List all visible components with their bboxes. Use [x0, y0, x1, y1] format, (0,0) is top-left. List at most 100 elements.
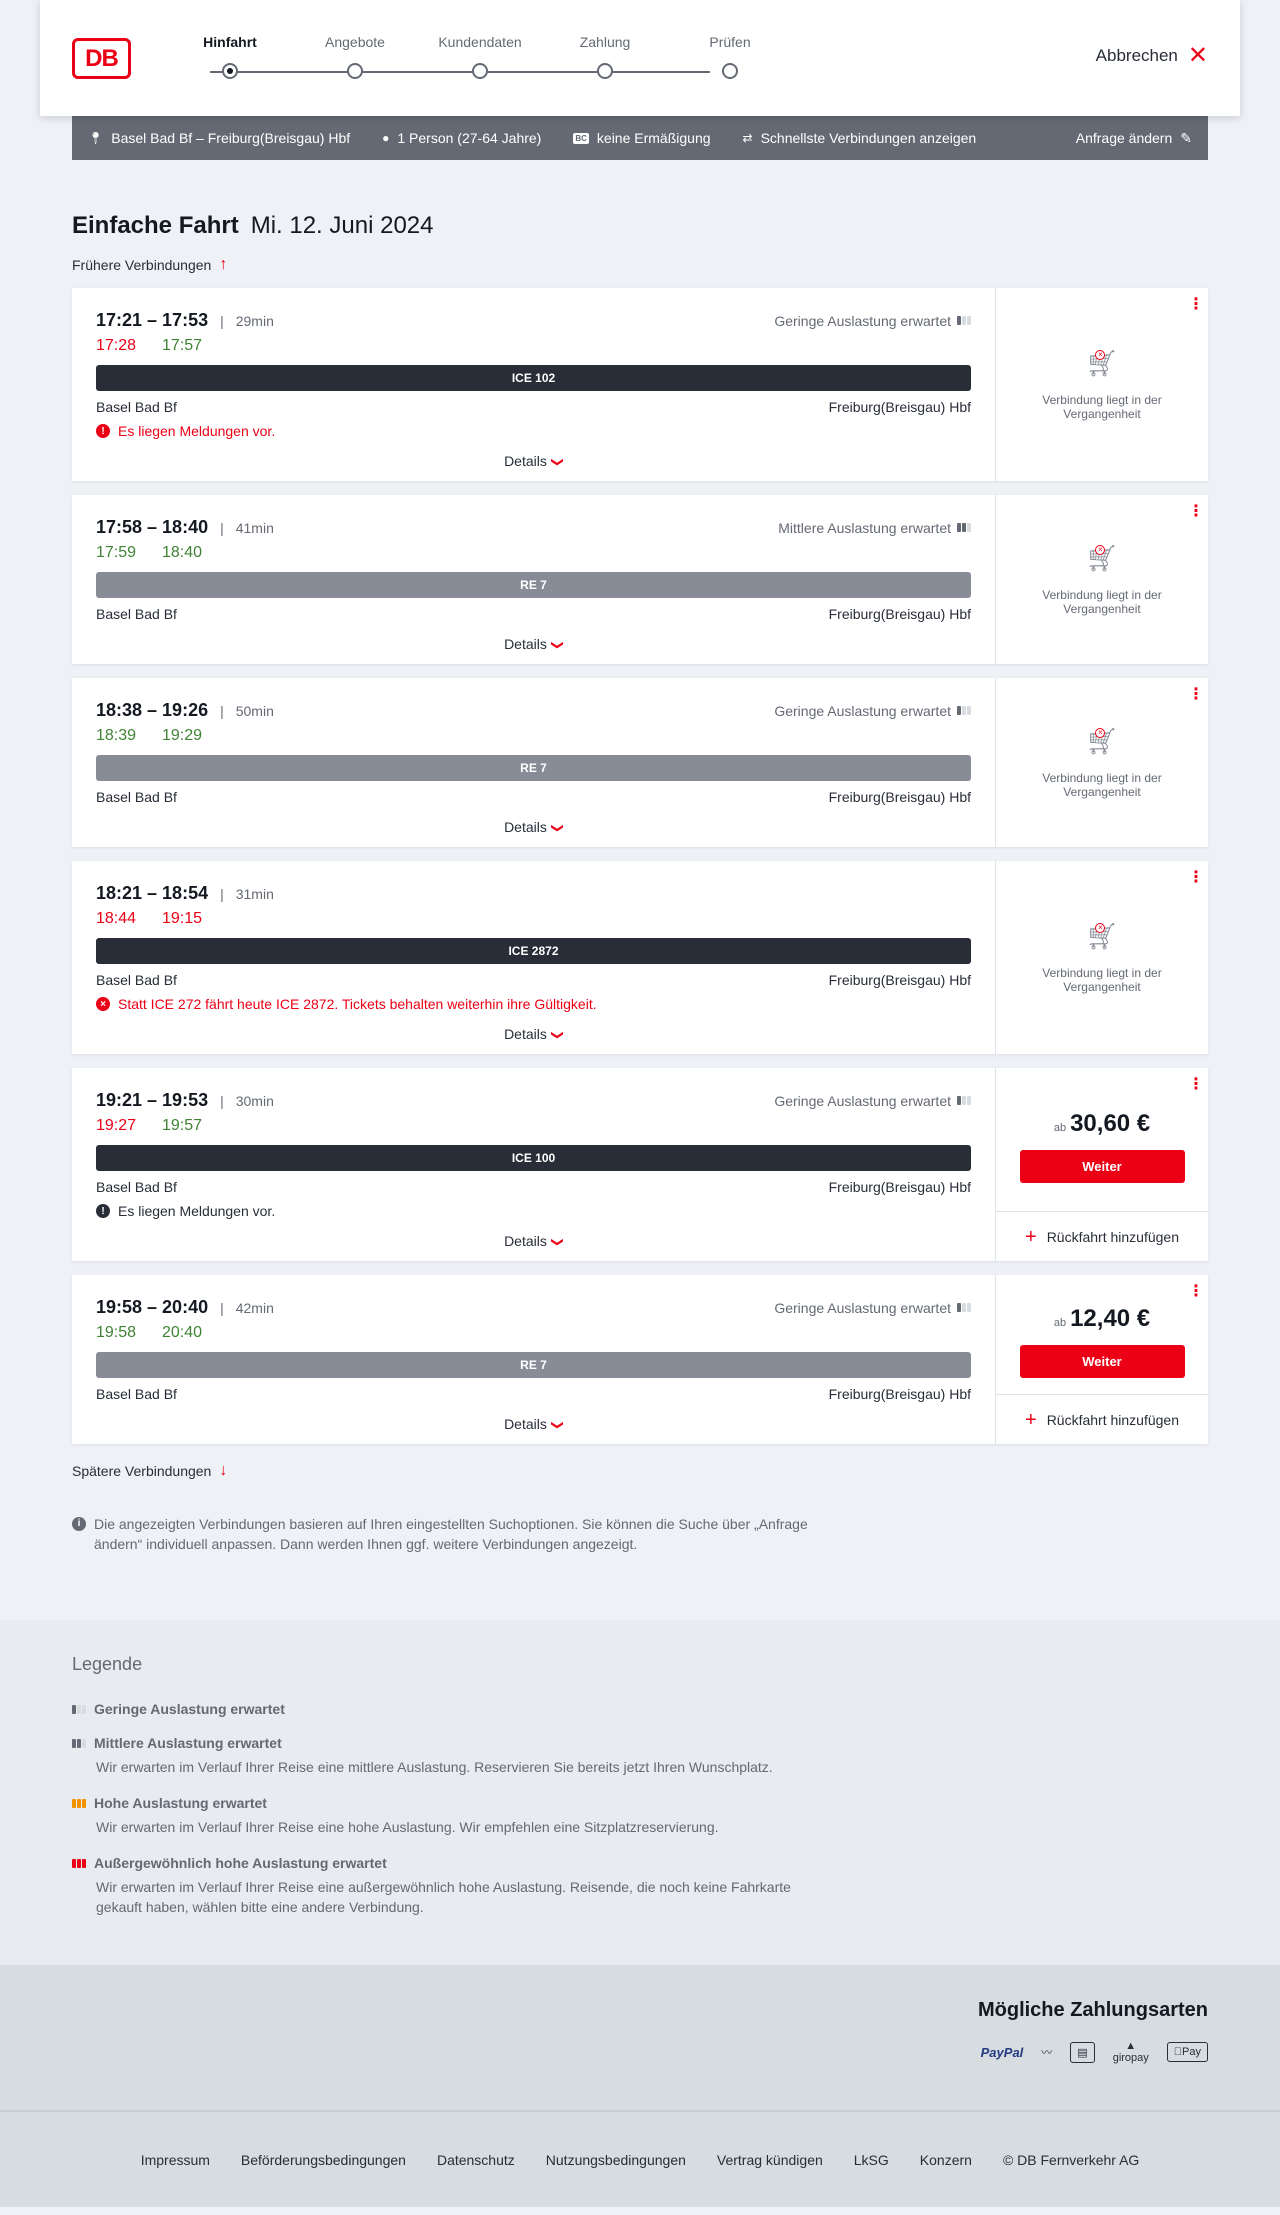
train-bar[interactable]: ICE 100	[96, 1145, 971, 1171]
time-row: 17:21 – 17:53 | 29min Geringe Auslastung…	[96, 310, 971, 331]
legend-item: Mittlere Auslastung erwartet Wir erwarte…	[72, 1735, 1208, 1777]
route-text: Basel Bad Bf – Freiburg(Breisgau) Hbf	[111, 130, 351, 146]
details-label: Details	[504, 636, 547, 652]
legend-item-desc: Wir erwarten im Verlauf Ihrer Reise eine…	[96, 1819, 719, 1835]
legend-item-label: Geringe Auslastung erwartet	[94, 1701, 285, 1717]
footer-link[interactable]: Vertrag kündigen	[717, 2152, 823, 2168]
train-bar[interactable]: RE 7	[96, 572, 971, 598]
later-connections-link[interactable]: Spätere Verbindungen ↓	[72, 1462, 1208, 1480]
chevron-down-icon: ❯	[550, 822, 565, 834]
details-toggle[interactable]: Details ❯	[96, 1026, 971, 1042]
more-options-icon[interactable]: ⋮	[1188, 687, 1204, 703]
occupancy-indicator: Geringe Auslastung erwartet	[774, 313, 971, 329]
duration: 41min	[235, 519, 274, 536]
continue-button[interactable]: Weiter	[1019, 1345, 1185, 1378]
footer-link[interactable]: Nutzungsbedingungen	[546, 2152, 686, 2168]
plus-icon: +	[1025, 1408, 1037, 1431]
step-label: Angebote	[325, 34, 385, 50]
legend-section: Legende Geringe Auslastung erwartet Mitt…	[0, 1620, 1280, 1965]
connection-info: 17:58 – 18:40 | 41min Mittlere Auslastun…	[72, 495, 995, 664]
persons-summary: ● 1 Person (27-64 Jahre)	[382, 130, 541, 146]
offer-panel: ⋮ 🛒︎ × Verbindung liegt in der Vergangenh…	[995, 678, 1208, 847]
apple-pay-label: Pay	[1182, 2046, 1201, 2058]
separator: |	[220, 702, 224, 719]
price-value: 30,60 €	[1070, 1110, 1151, 1137]
departure-station: Basel Bad Bf	[96, 399, 177, 415]
cancel-button[interactable]: Abbrechen ✕	[1096, 42, 1208, 69]
progress-steps: Hinfahrt Angebote Kundendaten Zahlung Pr…	[180, 34, 751, 84]
offer-panel: ⋮ 🛒︎ × Verbindung liegt in der Vergangenh…	[995, 495, 1208, 664]
more-options-icon[interactable]: ⋮	[1188, 870, 1204, 886]
realtime-row: 18:39 19:29	[96, 727, 971, 745]
details-toggle[interactable]: Details ❯	[96, 453, 971, 469]
details-toggle[interactable]: Details ❯	[96, 1233, 971, 1249]
add-return-button[interactable]: + Rückfahrt hinzufügen	[996, 1211, 1208, 1261]
occupancy-icon	[957, 1303, 971, 1312]
occupancy-low-icon	[72, 1704, 86, 1714]
earlier-connections-link[interactable]: Frühere Verbindungen ↑	[72, 256, 1208, 274]
details-toggle[interactable]: Details ❯	[96, 1416, 971, 1432]
pencil-icon: ✎	[1180, 129, 1192, 146]
continue-button[interactable]: Weiter	[1019, 1150, 1185, 1183]
paypal-icon: PayPal	[980, 2044, 1024, 2060]
connection-info: 19:21 – 19:53 | 30min Geringe Auslastung…	[72, 1068, 995, 1261]
occupancy-indicator: Geringe Auslastung erwartet	[774, 1300, 971, 1316]
more-options-icon[interactable]: ⋮	[1188, 1077, 1204, 1093]
train-bar[interactable]: RE 7	[96, 755, 971, 781]
apple-pay-icon: Pay	[1166, 2042, 1208, 2062]
legend-item: Hohe Auslastung erwartet Wir erwarten im…	[72, 1795, 1208, 1837]
occupancy-indicator: Geringe Auslastung erwartet	[774, 1093, 971, 1109]
connection-card: 18:38 – 19:26 | 50min Geringe Auslastung…	[72, 678, 1208, 847]
footer-link[interactable]: LkSG	[854, 2152, 889, 2168]
realtime-row: 18:44 19:15	[96, 910, 971, 928]
message-text: Es liegen Meldungen vor.	[118, 1203, 276, 1219]
footer-link[interactable]: Impressum	[141, 2152, 210, 2168]
change-request-button[interactable]: Anfrage ändern ✎	[1076, 130, 1192, 147]
past-connection-notice: 🛒︎ × Verbindung liegt in der Vergangenhei…	[996, 861, 1208, 1054]
station-row: Basel Bad Bf Freiburg(Breisgau) Hbf	[96, 606, 971, 622]
step-label: Kundendaten	[438, 34, 522, 50]
station-row: Basel Bad Bf Freiburg(Breisgau) Hbf	[96, 399, 971, 415]
details-toggle[interactable]: Details ❯	[96, 819, 971, 835]
realtime-departure: 17:59	[96, 544, 137, 561]
connection-info: 18:38 – 19:26 | 50min Geringe Auslastung…	[72, 678, 995, 847]
close-icon: ✕	[1187, 42, 1208, 69]
chevron-down-icon: ❯	[550, 456, 565, 468]
time-row: 18:21 – 18:54 | 31min	[96, 883, 971, 904]
footer-link[interactable]: Datenschutz	[437, 2152, 515, 2168]
past-connection-notice: 🛒︎ × Verbindung liegt in der Vergangenhei…	[996, 495, 1208, 664]
occupancy-label: Mittlere Auslastung erwartet	[778, 519, 951, 536]
duration: 31min	[235, 885, 274, 902]
add-return-button[interactable]: + Rückfahrt hinzufügen	[996, 1394, 1208, 1444]
discount-text: keine Ermäßigung	[596, 130, 711, 146]
station-row: Basel Bad Bf Freiburg(Breisgau) Hbf	[96, 972, 971, 988]
realtime-departure: 18:44	[96, 910, 137, 927]
chevron-down-icon: ❯	[550, 1236, 565, 1248]
more-options-icon[interactable]: ⋮	[1188, 504, 1204, 520]
past-text: Verbindung liegt in der Vergangenheit	[1042, 393, 1162, 421]
step-kundendaten: Kundendaten	[430, 34, 530, 79]
realtime-departure: 17:28	[96, 337, 137, 354]
separator: |	[220, 1299, 224, 1316]
db-logo[interactable]: DB	[72, 38, 131, 79]
fastest-toggle[interactable]: ⇄ Schnellste Verbindungen anzeigen	[743, 130, 977, 146]
train-bar[interactable]: ICE 2872	[96, 938, 971, 964]
more-options-icon[interactable]: ⋮	[1188, 1284, 1204, 1300]
add-return-label: Rückfahrt hinzufügen	[1046, 1411, 1179, 1428]
legend-item-label: Außergewöhnlich hohe Auslastung erwartet	[94, 1855, 387, 1871]
discount-summary: BC keine Ermäßigung	[573, 130, 711, 146]
footer-link[interactable]: © DB Fernverkehr AG	[1003, 2152, 1139, 2168]
x-badge-icon: ×	[1095, 350, 1106, 360]
arrival-station: Freiburg(Breisgau) Hbf	[828, 789, 971, 805]
scheduled-times: 17:58 – 18:40	[96, 517, 209, 537]
offer-panel: ⋮ ab 12,40 € Weiter + Rückfahrt hinzufüge…	[995, 1275, 1208, 1444]
train-bar[interactable]: RE 7	[96, 1352, 971, 1378]
footer-link[interactable]: Beförderungsbedingungen	[241, 2152, 406, 2168]
footer-link[interactable]: Konzern	[920, 2152, 972, 2168]
legend-title: Legende	[72, 1654, 143, 1674]
details-toggle[interactable]: Details ❯	[96, 636, 971, 652]
payment-title: Mögliche Zahlungsarten	[977, 1999, 1208, 2021]
train-bar[interactable]: ICE 102	[96, 365, 971, 391]
more-options-icon[interactable]: ⋮	[1188, 297, 1204, 313]
details-label: Details	[504, 1416, 547, 1432]
